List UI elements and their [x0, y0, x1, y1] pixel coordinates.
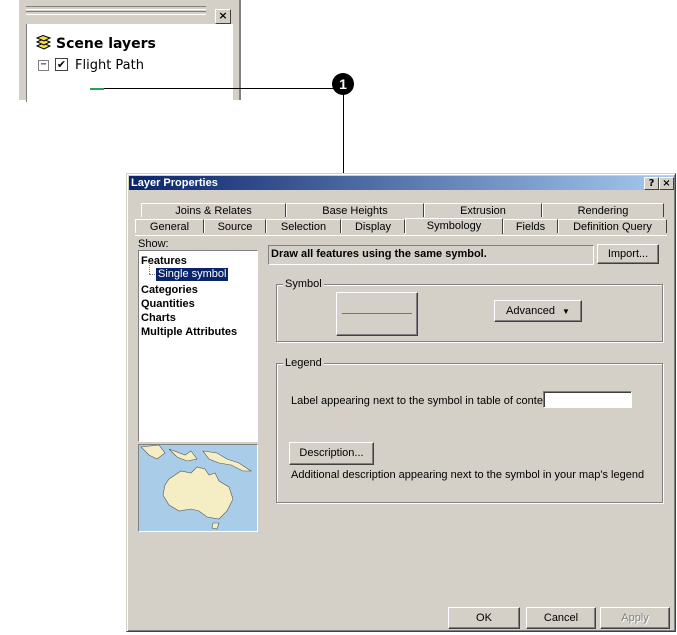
show-item-multiple-attributes[interactable]: Multiple Attributes [141, 326, 237, 338]
close-button[interactable]: × [659, 177, 674, 190]
label-prompt: Label appearing next to the symbol in ta… [291, 395, 561, 407]
show-item-features[interactable]: Features [141, 255, 187, 267]
symbol-groupbox [276, 284, 663, 342]
ok-button[interactable]: OK [448, 607, 520, 629]
tab-body-edge [135, 235, 667, 236]
show-item-quantities[interactable]: Quantities [141, 298, 195, 310]
scene-layers-icon [34, 34, 52, 53]
import-button[interactable]: Import... [597, 244, 659, 264]
layer-name[interactable]: Flight Path [75, 58, 144, 73]
tab-extrusion[interactable]: Extrusion [424, 203, 542, 217]
apply-button[interactable]: Apply [600, 607, 670, 629]
toc-grip[interactable] [26, 6, 206, 10]
collapse-toggle[interactable]: − [38, 60, 49, 71]
symbol-group-title: Symbol [283, 278, 324, 290]
callout-line [104, 88, 344, 89]
toc-close-button[interactable]: × [215, 9, 231, 24]
layer-visibility-checkbox[interactable]: ✔ [55, 58, 68, 71]
toc-grip[interactable] [26, 11, 206, 15]
description-button[interactable]: Description... [289, 442, 374, 465]
description-help-text: Additional description appearing next to… [291, 469, 645, 481]
symbology-preview-map [138, 444, 258, 532]
help-button[interactable]: ? [644, 177, 659, 190]
advanced-button[interactable]: Advanced ▼ [494, 300, 582, 322]
tab-display[interactable]: Display [341, 219, 405, 233]
symbol-button[interactable] [336, 292, 418, 336]
tab-general[interactable]: General [135, 219, 204, 233]
show-item-categories[interactable]: Categories [141, 284, 198, 296]
show-item-charts[interactable]: Charts [141, 312, 176, 324]
legend-group-title: Legend [283, 357, 324, 369]
tree-connector [149, 262, 151, 274]
renderer-description: Draw all features using the same symbol. [271, 248, 487, 260]
toc-title: Scene layers [56, 36, 156, 52]
layer-symbol-swatch[interactable] [90, 88, 104, 90]
callout-number: 1 [332, 73, 354, 95]
dropdown-arrow-icon: ▼ [562, 307, 570, 316]
tab-fields[interactable]: Fields [503, 219, 558, 233]
show-label: Show: [138, 238, 169, 250]
show-item-single-symbol[interactable]: Single symbol [156, 268, 229, 281]
symbol-line-swatch [342, 313, 412, 314]
tab-rendering[interactable]: Rendering [542, 203, 664, 217]
australia-map-icon [139, 445, 257, 531]
tab-definition-query[interactable]: Definition Query [558, 219, 667, 233]
tab-joins-relates[interactable]: Joins & Relates [141, 203, 286, 217]
tab-symbology[interactable]: Symbology [405, 218, 503, 234]
tab-selection[interactable]: Selection [266, 219, 341, 233]
tab-base-heights[interactable]: Base Heights [286, 203, 424, 217]
advanced-label: Advanced [506, 305, 555, 317]
dialog-title: Layer Properties [131, 177, 218, 189]
tree-connector [149, 274, 155, 276]
cancel-button[interactable]: Cancel [526, 607, 596, 629]
tab-source[interactable]: Source [204, 219, 266, 233]
legend-groupbox [276, 363, 663, 503]
legend-label-input[interactable] [543, 391, 632, 408]
